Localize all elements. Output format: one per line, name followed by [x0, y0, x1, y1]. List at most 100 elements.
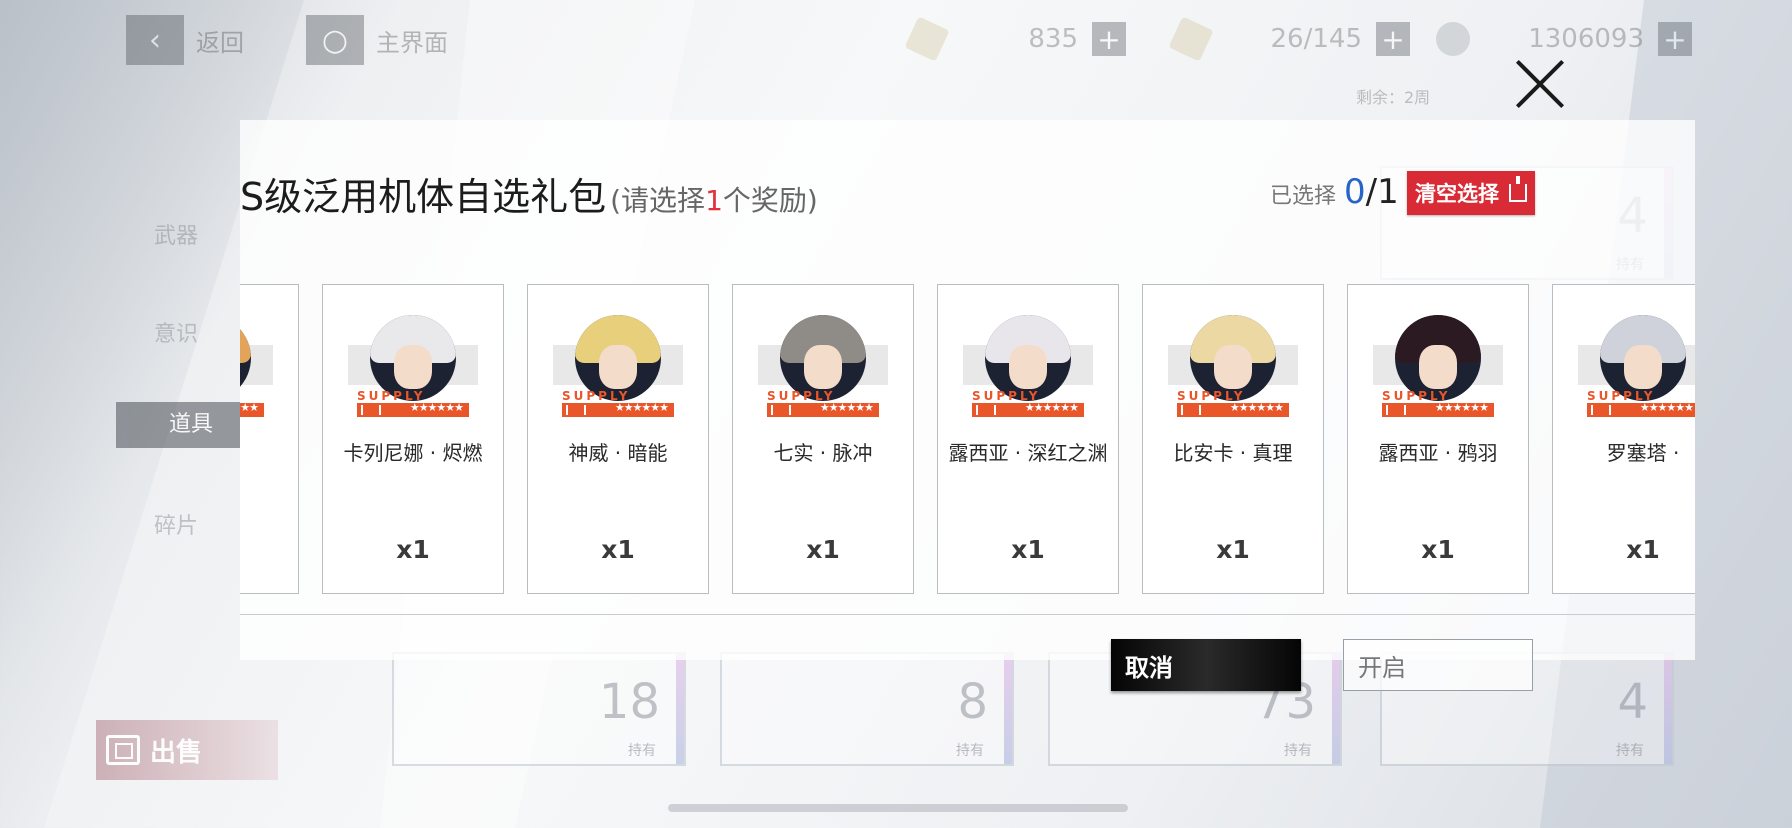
character-name: 露西亚 · 深红之渊 — [948, 441, 1108, 465]
sidebar-item-fragment[interactable]: 碎片 — [116, 508, 236, 540]
rank-bar: ★★★★★★ — [972, 401, 1084, 417]
open-button[interactable]: 开启 — [1343, 639, 1533, 691]
rank-ticks — [1181, 405, 1201, 415]
rank-bar: ★★★★★★ — [1177, 401, 1289, 417]
hint-count: 1 — [705, 184, 723, 217]
reward-card[interactable]: SUPPLY ★★★★★★ 神威 · 暗能 x1 — [527, 284, 709, 594]
reward-quantity: x1 — [1421, 535, 1455, 564]
plus-icon[interactable]: + — [1376, 22, 1410, 56]
open-label: 开启 — [1358, 653, 1406, 682]
portrait-hair — [240, 315, 251, 363]
rank-ticks — [1386, 405, 1406, 415]
plus-icon[interactable]: + — [1092, 22, 1126, 56]
modal-title: S级泛用机体自选礼包 — [240, 175, 607, 219]
reward-quantity: x1 — [806, 535, 840, 564]
character-name: 露西亚 · 鸦羽 — [1378, 441, 1498, 465]
portrait-face — [1624, 345, 1662, 389]
selection-counter: 已选择 0/1 — [1270, 172, 1399, 212]
rank-stars: ★★★★★★ — [1229, 401, 1284, 414]
plus-icon[interactable]: + — [1658, 22, 1692, 56]
rarity-stripe — [676, 654, 684, 764]
reward-list[interactable]: SUPPLY★★★★★★乱数x1SUPPLY★★★★★★卡列尼娜 · 烬燃x1S… — [240, 284, 1695, 596]
coin-icon — [1430, 16, 1476, 62]
portrait-face — [1214, 345, 1252, 389]
reward-card[interactable]: SUPPLY ★★★★★★ 罗塞塔 · x1 — [1552, 284, 1695, 594]
background-item-card: 18 持有 — [392, 652, 686, 766]
reward-quantity: x1 — [1626, 535, 1660, 564]
sell-icon — [106, 735, 140, 765]
selected-label: 已选择 — [1270, 184, 1337, 209]
coin-value: 1306093 — [1528, 24, 1644, 54]
modal-title-row: S级泛用机体自选礼包 (请选择1个奖励) — [240, 166, 818, 221]
rarity-stripe — [1004, 654, 1012, 764]
home-label: 主界面 — [376, 28, 448, 57]
chevron-left-icon: ‹ — [126, 15, 184, 65]
hint-suffix: 个奖励) — [722, 184, 818, 217]
scroll-indicator[interactable] — [668, 804, 1128, 812]
reward-card[interactable]: SUPPLY ★★★★★★ 比安卡 · 真理 x1 — [1142, 284, 1324, 594]
stamina-icon — [1168, 16, 1214, 62]
rank-bar: ★★★★★★ — [562, 401, 674, 417]
rank-stars: ★★★★★★ — [409, 401, 464, 414]
sell-label: 出售 — [150, 737, 203, 768]
reward-card[interactable]: SUPPLY ★★★★★★ 露西亚 · 深红之渊 x1 — [937, 284, 1119, 594]
sell-button[interactable]: 出售 — [96, 720, 278, 780]
reward-card[interactable]: SUPPLY ★★★★★★ 露西亚 · 鸦羽 x1 — [1347, 284, 1529, 594]
close-icon[interactable] — [1514, 58, 1566, 110]
item-count: 8 — [957, 674, 988, 730]
reward-quantity: x1 — [1216, 535, 1250, 564]
reward-quantity: x1 — [240, 535, 298, 564]
portrait-face — [1009, 345, 1047, 389]
divider — [240, 614, 1695, 615]
rank-ticks — [1591, 405, 1611, 415]
rank-stars: ★★★★★★ — [614, 401, 669, 414]
rank-ticks — [361, 405, 381, 415]
rarity-stripe — [1664, 654, 1672, 764]
resource-energy: 835 + — [904, 16, 1126, 62]
clear-selection-button[interactable]: 清空选择 — [1407, 171, 1535, 215]
rank-ticks — [566, 405, 586, 415]
portrait-face — [599, 345, 637, 389]
item-count: 4 — [1617, 674, 1648, 730]
background-item-card: 8 持有 — [720, 652, 1014, 766]
portrait-face — [804, 345, 842, 389]
circle-icon: ○ — [306, 15, 364, 65]
character-name: 七实 · 脉冲 — [773, 441, 873, 465]
character-name: 比安卡 · 真理 — [1173, 441, 1293, 465]
character-name: 罗塞塔 · — [1606, 441, 1680, 465]
reward-quantity: x1 — [1011, 535, 1045, 564]
reward-card[interactable]: SUPPLY★★★★★★乱数x1 — [240, 284, 299, 594]
home-button[interactable]: ○ 主界面 — [306, 15, 448, 65]
rarity-stripe — [1332, 654, 1340, 764]
rank-stars: ★★★★★★ — [1024, 401, 1079, 414]
remaining-time: 剩余：2周 — [1356, 88, 1431, 107]
back-button[interactable]: ‹ 返回 — [126, 15, 244, 65]
selection-hint: (请选择1个奖励) — [610, 179, 818, 219]
reward-quantity: x1 — [396, 535, 430, 564]
sidebar-item-weapon[interactable]: 武器 — [116, 218, 236, 250]
rank-bar: ★★★★★★ — [240, 401, 264, 417]
character-portrait — [240, 315, 251, 401]
back-label: 返回 — [196, 28, 244, 57]
character-name: 乱数 — [240, 437, 298, 466]
rank-stars: ★★★★★★ — [1434, 401, 1489, 414]
hint-prefix: (请选择 — [610, 184, 706, 217]
item-count: 18 — [598, 674, 660, 730]
character-name: 卡列尼娜 · 烬燃 — [343, 441, 483, 465]
character-name: 神威 · 暗能 — [568, 441, 668, 465]
has-label: 持有 — [1284, 743, 1312, 759]
rank-ticks — [976, 405, 996, 415]
cancel-label: 取消 — [1125, 653, 1173, 682]
rank-stars: ★★★★★★ — [1639, 401, 1694, 414]
sidebar-item-memory[interactable]: 意识 — [116, 316, 236, 348]
has-label: 持有 — [956, 743, 984, 759]
stamina-value: 26/145 — [1270, 24, 1362, 54]
resource-stamina: 26/145 + — [1168, 16, 1410, 62]
cancel-button[interactable]: 取消 — [1111, 639, 1301, 691]
reward-card[interactable]: SUPPLY ★★★★★★ 七实 · 脉冲 x1 — [732, 284, 914, 594]
reward-card[interactable]: SUPPLY ★★★★★★ 卡列尼娜 · 烬燃 x1 — [322, 284, 504, 594]
clear-selection-label: 清空选择 — [1415, 182, 1499, 206]
has-label: 持有 — [628, 743, 656, 759]
rank-bar: ★★★★★★ — [767, 401, 879, 417]
energy-value: 835 — [1028, 24, 1078, 54]
